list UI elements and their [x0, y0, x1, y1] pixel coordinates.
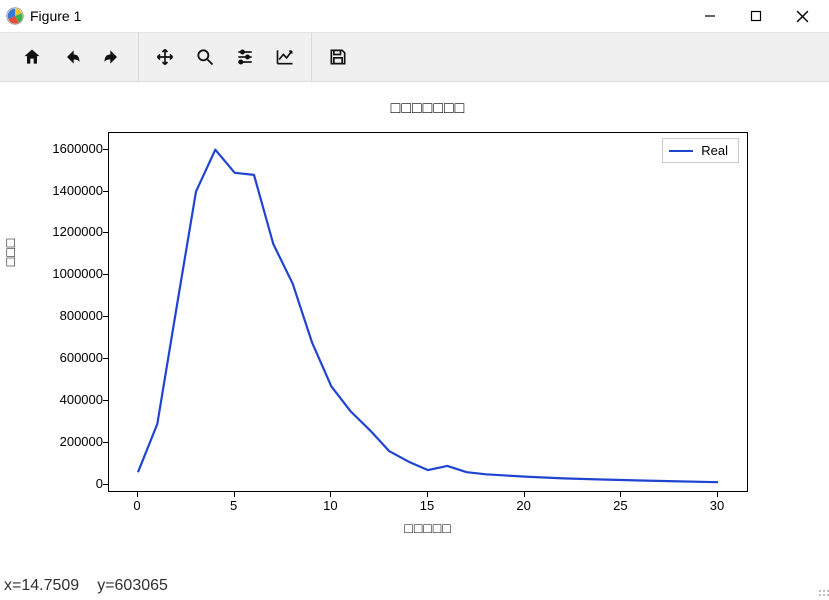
y-tick-label: 1200000: [23, 224, 103, 239]
x-axis-label: □□□□□: [108, 520, 748, 536]
edit-axes-button[interactable]: [265, 37, 305, 77]
y-tick-label: 1400000: [23, 183, 103, 198]
legend-swatch-real: [669, 150, 693, 152]
y-tick-label: 800000: [23, 308, 103, 323]
plot-canvas[interactable]: □□□□□□□ □□□ □□□□□ Real 0 200000 400000 6000…: [0, 82, 829, 572]
x-tick-label: 0: [117, 498, 157, 513]
chart-title: □□□□□□□: [108, 100, 748, 118]
x-tick-label: 5: [214, 498, 254, 513]
save-button[interactable]: [318, 37, 358, 77]
maximize-button[interactable]: [733, 0, 779, 32]
forward-button[interactable]: [92, 37, 132, 77]
x-tick-label: 30: [697, 498, 737, 513]
pan-button[interactable]: [145, 37, 185, 77]
y-tick-label: 0: [23, 476, 103, 491]
home-button[interactable]: [12, 37, 52, 77]
resize-grip[interactable]: [817, 584, 829, 596]
zoom-button[interactable]: [185, 37, 225, 77]
window-title: Figure 1: [30, 8, 81, 24]
status-x-value: 14.7509: [21, 577, 79, 595]
legend: Real: [662, 138, 739, 163]
app-icon: [6, 7, 24, 25]
minimize-button[interactable]: [687, 0, 733, 32]
status-x-label: x=: [4, 577, 21, 595]
y-tick-label: 400000: [23, 392, 103, 407]
y-tick-label: 1000000: [23, 266, 103, 281]
line-series-real: [109, 133, 747, 491]
y-tick-label: 600000: [23, 350, 103, 365]
y-tick-label: 1600000: [23, 141, 103, 156]
x-tick-label: 20: [504, 498, 544, 513]
window-titlebar: Figure 1: [0, 0, 829, 32]
back-button[interactable]: [52, 37, 92, 77]
y-tick-label: 200000: [23, 434, 103, 449]
close-button[interactable]: [779, 0, 825, 32]
status-y-value: 603065: [115, 577, 168, 595]
status-y-label: y=: [97, 577, 114, 595]
x-tick-label: 25: [600, 498, 640, 513]
toolbar: [0, 32, 829, 82]
y-axis-label: □□□: [2, 192, 18, 312]
axes-frame: [108, 132, 748, 492]
x-tick-label: 10: [310, 498, 350, 513]
configure-subplots-button[interactable]: [225, 37, 265, 77]
x-tick-label: 15: [407, 498, 447, 513]
status-bar: x= 14.7509 y= 603065: [0, 572, 829, 600]
legend-label-real: Real: [701, 143, 728, 158]
